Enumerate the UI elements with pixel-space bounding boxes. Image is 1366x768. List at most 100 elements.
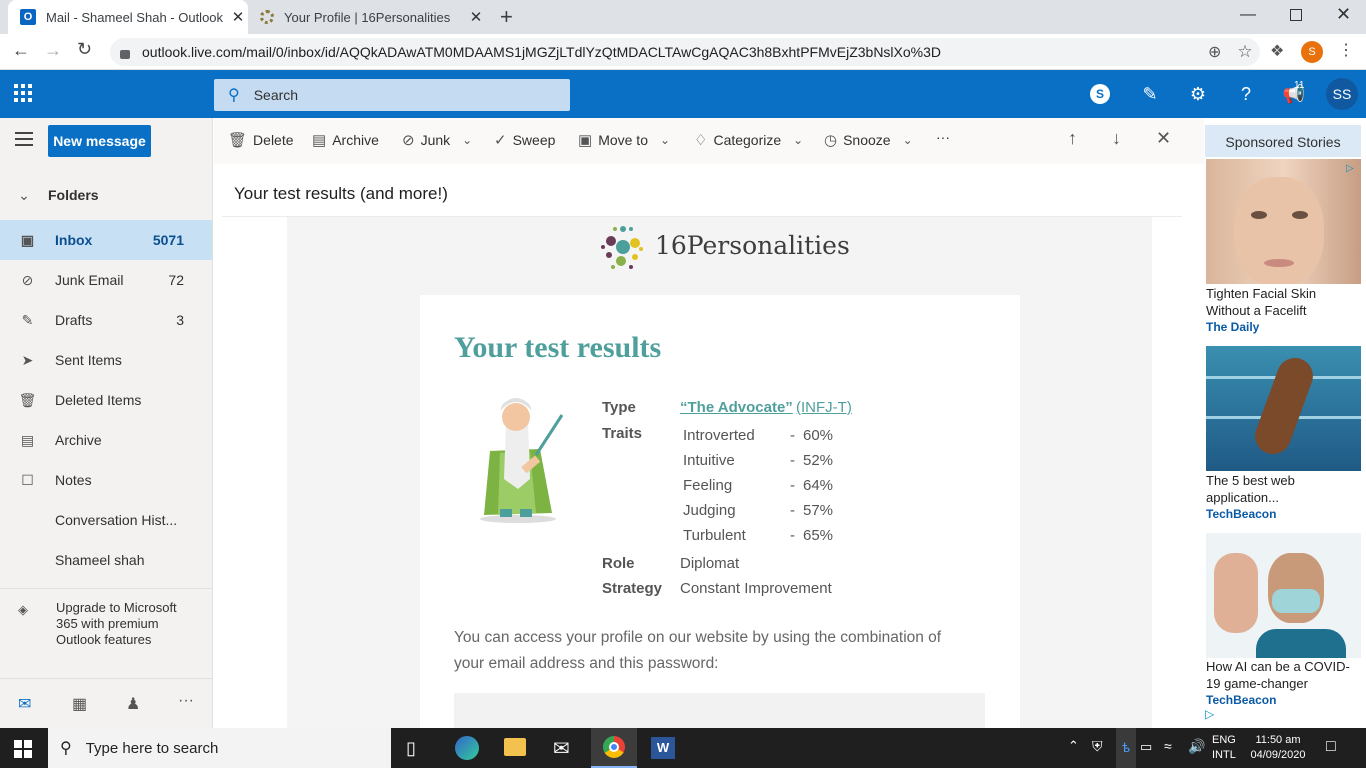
battery-icon[interactable]: ▭ [1140, 739, 1152, 755]
folder-shameel-shah[interactable]: Shameel shah [0, 540, 212, 580]
calendar-icon[interactable]: ▦ [72, 694, 87, 714]
ad-title[interactable]: The 5 best web [1206, 472, 1295, 489]
diamond-icon: ◈ [18, 602, 28, 617]
type-code-link[interactable]: (INFJ-T) [796, 399, 852, 416]
skype-icon[interactable]: S [1090, 84, 1110, 104]
ad-title[interactable]: application... [1206, 489, 1279, 506]
folder-archive[interactable]: ▤ Archive [0, 420, 212, 460]
folders-header[interactable]: ⌄ Folders [0, 175, 212, 215]
ad-image-runner[interactable] [1206, 346, 1361, 471]
people-icon[interactable]: ♟ [126, 694, 140, 714]
folder-drafts[interactable]: ✎ Drafts 3 [0, 300, 212, 340]
chevron-down-icon: ⌄ [793, 133, 804, 147]
new-message-button[interactable]: New message [48, 125, 151, 157]
windows-start-icon[interactable] [14, 740, 32, 758]
archive-icon: ▤ [20, 431, 35, 448]
reload-icon[interactable]: ↻ [77, 39, 92, 60]
forward-icon[interactable]: → [44, 40, 62, 61]
restore-button[interactable] [1290, 9, 1302, 21]
language-indicator[interactable]: ENG INTL [1212, 733, 1236, 763]
ad-title[interactable]: 19 game-changer [1206, 675, 1308, 692]
chevron-down-icon: ⌄ [462, 133, 473, 147]
help-icon[interactable]: ? [1234, 82, 1258, 106]
close-tab-icon[interactable]: ✕ [228, 8, 248, 26]
folder-conversation-history[interactable]: Conversation Hist... [0, 500, 212, 540]
file-explorer-icon[interactable] [504, 738, 526, 756]
taskbar-search-input[interactable]: ⚲ Type here to search [48, 728, 391, 768]
star-icon[interactable]: ☆ [1237, 42, 1252, 62]
folder-inbox[interactable]: ▣ Inbox 5071 [0, 220, 212, 260]
trait-name: Intuitive [683, 452, 735, 469]
role-label: Role [602, 555, 635, 572]
trait-dash: - [790, 527, 795, 544]
archive-button[interactable]: ▤ Archive [312, 131, 379, 149]
trait-value: 57% [803, 502, 834, 519]
new-tab-button[interactable]: + [500, 4, 513, 30]
ad-title[interactable]: How AI can be a COVID- [1206, 658, 1350, 675]
minimize-button[interactable]: — [1240, 6, 1256, 24]
bluetooth-icon[interactable]: ѣ [1116, 728, 1136, 768]
mail-app-icon[interactable]: ✉ [553, 736, 570, 761]
ad-choices-icon[interactable]: ▷ [1205, 707, 1214, 721]
ad-title[interactable]: Without a Facelift [1206, 302, 1306, 319]
ad-image-mask[interactable] [1206, 533, 1361, 658]
ad-source[interactable]: The Daily [1206, 320, 1259, 334]
close-window-button[interactable]: ✕ [1336, 4, 1351, 25]
profile-avatar[interactable]: S [1301, 41, 1323, 63]
hamburger-menu-icon[interactable] [15, 132, 33, 146]
add-icon[interactable]: ⊕ [1208, 42, 1221, 62]
close-tab-icon[interactable]: ✕ [466, 8, 486, 26]
trait-name: Judging [683, 502, 736, 519]
chrome-taskbar-button[interactable] [591, 728, 637, 768]
folder-notes[interactable]: ☐ Notes [0, 460, 212, 500]
upgrade-link[interactable]: Upgrade to Microsoft 365 with premium Ou… [56, 600, 186, 648]
security-icon[interactable]: ⛨ [1092, 738, 1103, 755]
tab-outlook[interactable]: O Mail - Shameel Shah - Outlook ✕ [8, 0, 248, 34]
clock-icon: ◷ [824, 132, 838, 149]
folder-deleted-items[interactable]: 🗑 Deleted Items [0, 380, 212, 420]
junk-icon: ⊘ [402, 132, 415, 149]
junk-button[interactable]: ⊘ Junk ⌄ [402, 131, 472, 149]
snooze-button[interactable]: ◷ Snooze ⌄ [824, 131, 913, 149]
edge-icon[interactable] [455, 736, 479, 760]
delete-button[interactable]: 🗑 Delete [228, 131, 294, 149]
reading-pane: 16Personalities Your test results Type “… [222, 216, 1182, 728]
trait-name: Turbulent [683, 527, 746, 544]
tab-16personalities[interactable]: Your Profile | 16Personalities ✕ [250, 0, 486, 34]
ad-title[interactable]: Tighten Facial Skin [1206, 285, 1316, 302]
folder-junk-email[interactable]: ⊘ Junk Email 72 [0, 260, 212, 300]
close-reading-pane-icon[interactable]: ✕ [1156, 128, 1171, 149]
trait-name: Introverted [683, 427, 755, 444]
arrow-up-icon[interactable]: ↑ [1068, 128, 1077, 149]
arrow-down-icon[interactable]: ↓ [1112, 128, 1121, 149]
folder-sent-items[interactable]: ➤ Sent Items [0, 340, 212, 380]
clock[interactable]: 11:50 am 04/09/2020 [1248, 733, 1308, 763]
ad-source[interactable]: TechBeacon [1206, 693, 1276, 707]
move-to-button[interactable]: ▣ Move to ⌄ [578, 131, 670, 149]
url-field[interactable]: outlook.live.com/mail/0/inbox/id/AQQkADA… [110, 38, 1260, 66]
show-hidden-icons[interactable]: ⌃ [1068, 738, 1079, 754]
mail-icon[interactable]: ✉ [18, 694, 31, 714]
ad-choices-icon[interactable]: ▷ [1346, 163, 1354, 174]
extensions-icon[interactable]: ❖ [1270, 41, 1284, 61]
task-view-icon[interactable]: ▯ [406, 738, 416, 759]
search-input[interactable]: ⚲ Search [214, 79, 570, 111]
notification-center-icon[interactable]: □ [1326, 738, 1336, 756]
type-link[interactable]: “The Advocate” [680, 399, 793, 416]
more-apps-icon[interactable]: ··· [178, 692, 194, 710]
sweep-button[interactable]: ✓ Sweep [494, 131, 555, 149]
categorize-button[interactable]: ♢ Categorize ⌄ [694, 131, 803, 149]
outlook-icon: O [20, 9, 36, 25]
word-icon[interactable]: W [651, 737, 675, 759]
settings-gear-icon[interactable]: ⚙ [1186, 82, 1210, 106]
more-actions-button[interactable]: ··· [936, 129, 950, 145]
app-launcher-icon[interactable] [14, 84, 32, 102]
user-avatar[interactable]: SS [1326, 78, 1358, 110]
browser-menu-icon[interactable]: ⋮ [1338, 40, 1354, 60]
volume-icon[interactable]: 🔊 [1188, 738, 1205, 755]
my-day-icon[interactable]: ✎ [1138, 82, 1162, 106]
wifi-icon[interactable]: ≈ [1164, 738, 1172, 754]
back-icon[interactable]: ← [12, 40, 30, 61]
ad-image-face[interactable] [1206, 159, 1361, 284]
ad-source[interactable]: TechBeacon [1206, 507, 1276, 521]
